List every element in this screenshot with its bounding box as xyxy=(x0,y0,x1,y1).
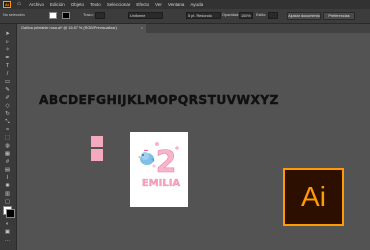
menu-seleccionar[interactable]: Seleccionar xyxy=(107,2,131,7)
brush-size-field[interactable]: 5 pt. Redondo xyxy=(186,12,221,19)
preferences-button[interactable]: Preferencias xyxy=(323,12,355,20)
pen-tool-icon[interactable]: ✒ xyxy=(3,54,12,62)
digit-two: 2 xyxy=(156,145,177,180)
rectangle-tool-icon[interactable]: ▭ xyxy=(3,78,12,86)
document-tab[interactable]: Gallina printable rosa.ai* @ 16.67 % (RG… xyxy=(18,24,146,33)
flower-icon xyxy=(175,146,179,150)
paintbrush-tool-icon[interactable]: ✎ xyxy=(3,86,12,94)
document-tab-bar: Gallina printable rosa.ai* @ 16.67 % (RG… xyxy=(18,24,370,33)
illustrator-logo-label: Ai xyxy=(301,181,326,212)
tools-panel: ➤ ▹ ✧ ✒ T / ▭ ✎ ✐ ◇ ↻ ⤡ ≈ ⬚ ◍ ▦ # ▤ ⌇ ✺ … xyxy=(0,24,17,250)
scale-tool-icon[interactable]: ⤡ xyxy=(3,118,12,126)
pencil-tool-icon[interactable]: ✐ xyxy=(3,94,12,102)
home-icon[interactable]: ⌂ xyxy=(15,1,23,8)
menu-edicion[interactable]: Edición xyxy=(50,2,65,7)
drawing-mode-icon[interactable]: ◐ xyxy=(3,220,12,228)
fill-color-swatch[interactable] xyxy=(49,12,57,19)
screen-mode-icon[interactable]: ▣ xyxy=(3,228,12,236)
menu-ver[interactable]: Ver xyxy=(155,2,162,7)
menu-texto[interactable]: Texto xyxy=(90,2,101,7)
style-label: Estilo: xyxy=(256,13,267,17)
flower-icon xyxy=(152,164,156,168)
line-tool-icon[interactable]: / xyxy=(3,70,12,78)
selection-status: No selección xyxy=(3,13,25,17)
shape-builder-tool-icon[interactable]: ◍ xyxy=(3,142,12,150)
hen-icon xyxy=(138,149,155,165)
brush-profile-field[interactable]: Uniforme xyxy=(128,12,163,19)
illustrator-app-icon: Ai xyxy=(3,1,11,8)
menu-objeto[interactable]: Objeto xyxy=(71,2,84,7)
mesh-tool-icon[interactable]: # xyxy=(3,158,12,166)
more-tools-icon[interactable]: … xyxy=(3,236,12,244)
control-bar: No selección Trazo: Uniforme 5 pt. Redon… xyxy=(0,9,370,24)
artboard-tool-icon[interactable]: ▢ xyxy=(3,198,12,206)
menu-bar: Ai ⌂ Archivo Edición Objeto Texto Selecc… xyxy=(0,0,370,9)
name-text: EMILIA xyxy=(142,178,181,189)
selection-tool-icon[interactable]: ➤ xyxy=(3,30,12,38)
flower-icon xyxy=(155,142,159,146)
menu-efecto[interactable]: Efecto xyxy=(136,2,149,7)
illustrator-logo: Ai xyxy=(283,168,344,226)
stroke-swatch[interactable] xyxy=(6,209,15,218)
gradient-tool-icon[interactable]: ▤ xyxy=(3,166,12,174)
document-tab-title: Gallina printable rosa.ai* @ 16.67 % (RG… xyxy=(21,26,117,30)
free-transform-tool-icon[interactable]: ⬚ xyxy=(3,134,12,142)
magic-wand-tool-icon[interactable]: ✧ xyxy=(3,46,12,54)
menu-ventana[interactable]: Ventana xyxy=(168,2,185,7)
opacity-input[interactable]: 100% xyxy=(239,12,253,19)
close-icon[interactable]: × xyxy=(141,24,143,33)
style-dropdown[interactable] xyxy=(268,12,278,19)
text-tool-icon[interactable]: T xyxy=(3,62,12,70)
direct-selection-tool-icon[interactable]: ▹ xyxy=(3,38,12,46)
birthday-chicken-illustration: 2 EMILIA xyxy=(138,142,181,189)
symbol-sprayer-tool-icon[interactable]: ✺ xyxy=(3,182,12,190)
opacity-label: Opacidad: xyxy=(222,13,240,17)
artboard[interactable]: 2 EMILIA xyxy=(130,132,188,207)
perspective-grid-tool-icon[interactable]: ▦ xyxy=(3,150,12,158)
alphabet-text[interactable]: ABCDEFGHIJKLMOPQRSTUVWXYZ xyxy=(39,93,279,107)
eraser-tool-icon[interactable]: ◇ xyxy=(3,102,12,110)
menu-ayuda[interactable]: Ayuda xyxy=(190,2,203,7)
graph-tool-icon[interactable]: ▥ xyxy=(3,190,12,198)
stroke-label: Trazo: xyxy=(83,13,94,17)
stroke-weight-input[interactable] xyxy=(95,12,105,19)
menu-archivo[interactable]: Archivo xyxy=(29,2,44,7)
pink-color-square[interactable] xyxy=(91,136,103,147)
arrange-document-button[interactable]: Ajustar documento xyxy=(287,12,321,20)
pink-color-square[interactable] xyxy=(91,149,103,161)
rotate-tool-icon[interactable]: ↻ xyxy=(3,110,12,118)
eyedropper-tool-icon[interactable]: ⌇ xyxy=(3,174,12,182)
width-tool-icon[interactable]: ≈ xyxy=(3,126,12,134)
stroke-color-swatch[interactable] xyxy=(62,12,70,19)
